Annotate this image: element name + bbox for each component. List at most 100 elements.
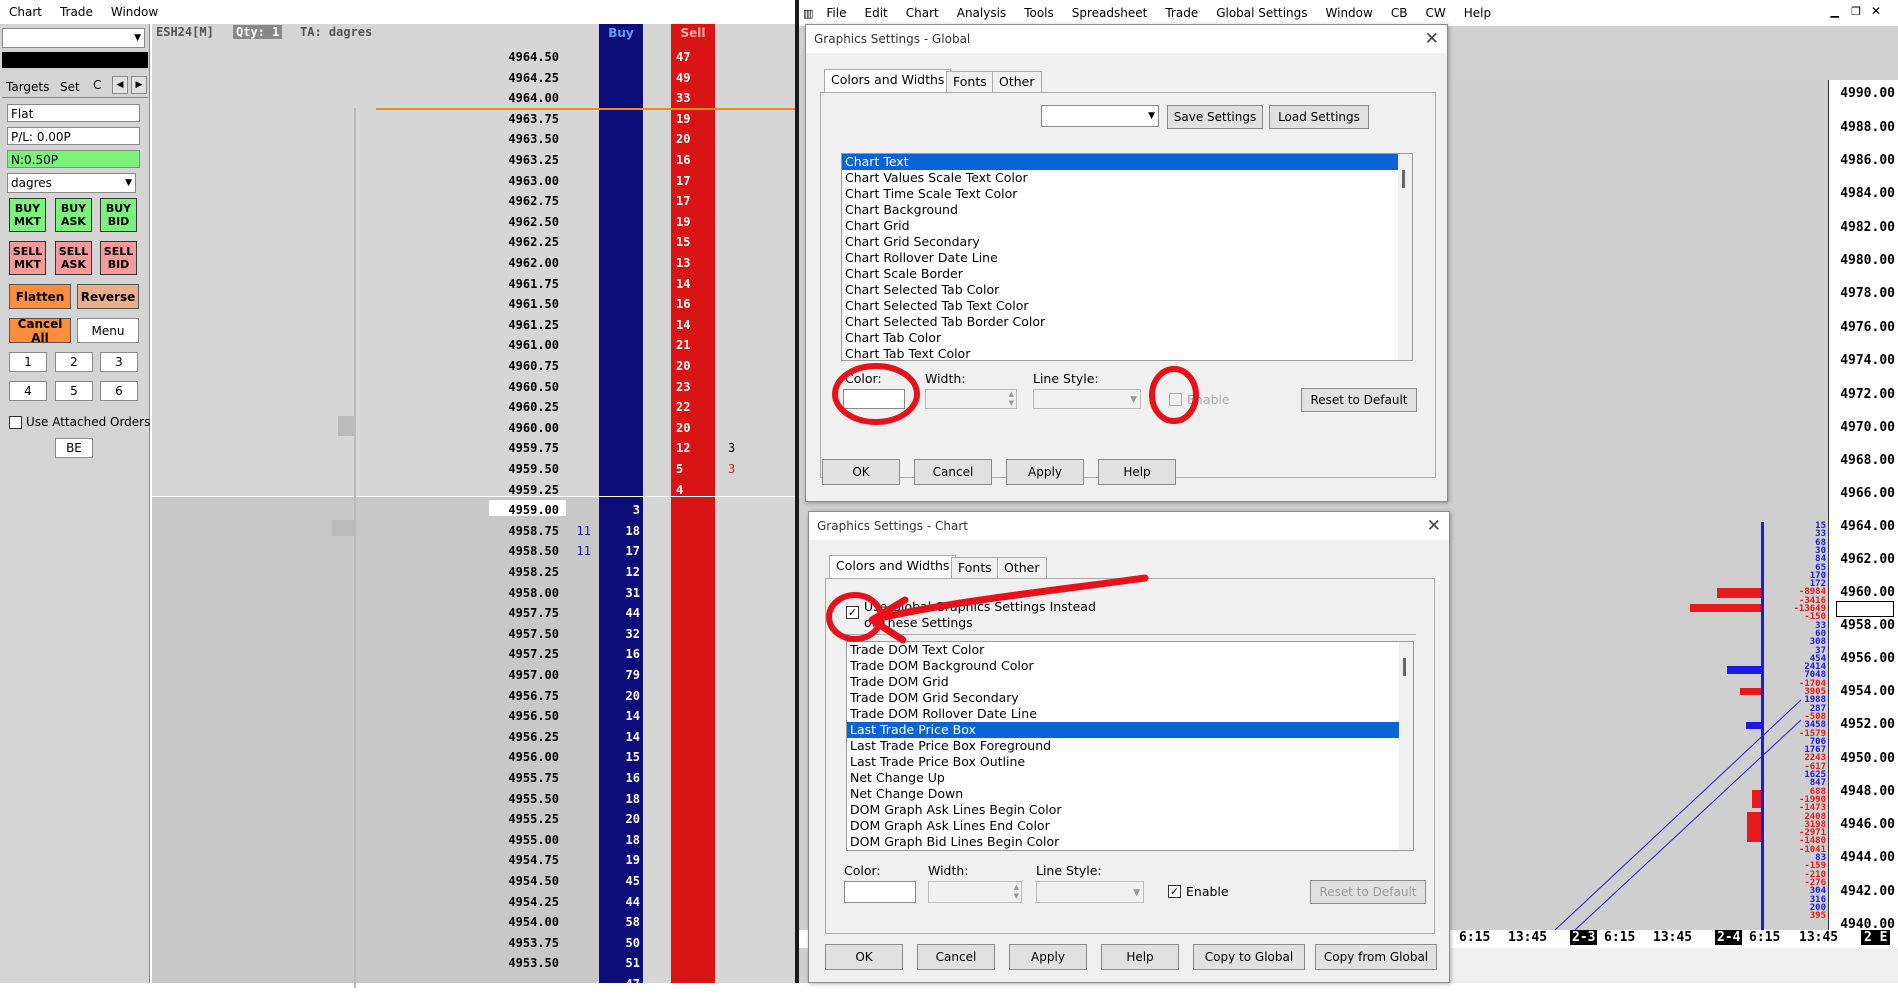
- ladder-row[interactable]: 4959.25 4: [0, 480, 683, 501]
- ok-button[interactable]: OK: [825, 944, 903, 970]
- ladder-row[interactable]: 4954.75 19: [0, 850, 655, 871]
- tab-colors-and-widths[interactable]: Colors and Widths: [829, 555, 957, 579]
- ladder-row[interactable]: 4961.50 16: [0, 294, 690, 315]
- menu-window[interactable]: Window: [1317, 6, 1382, 20]
- ladder-row[interactable]: 4955.50 18: [0, 789, 655, 810]
- ladder-row[interactable]: 4962.50 19: [0, 212, 690, 233]
- ladder-row[interactable]: 4964.00 33: [0, 88, 690, 109]
- ladder-row[interactable]: 4964.25 49: [0, 68, 690, 89]
- ladder-row[interactable]: 4961.25 14: [0, 315, 690, 336]
- list-item[interactable]: DOM Graph Bid Lines Begin Color: [847, 834, 1413, 850]
- ladder-row[interactable]: 4958.75 11 18: [0, 521, 655, 542]
- menu-cw[interactable]: CW: [1416, 6, 1454, 20]
- list-item[interactable]: Chart Grid Secondary: [842, 234, 1412, 250]
- ladder-row[interactable]: 4959.75 12 3: [0, 438, 735, 459]
- use-global-settings-checkbox[interactable]: ✓: [846, 606, 859, 619]
- list-item[interactable]: Chart Rollover Date Line: [842, 250, 1412, 266]
- menu-chart[interactable]: Chart: [897, 6, 948, 20]
- ladder-row[interactable]: 4956.50 14: [0, 706, 655, 727]
- menu-trade[interactable]: Trade: [1156, 6, 1207, 20]
- ladder-row[interactable]: 4963.25 16: [0, 150, 690, 171]
- list-item[interactable]: Trade DOM Rollover Date Line: [847, 706, 1413, 722]
- copy-to-global-button[interactable]: Copy to Global: [1193, 944, 1305, 970]
- menu-tools[interactable]: Tools: [1015, 6, 1063, 20]
- ladder-row[interactable]: 4960.25 22: [0, 397, 690, 418]
- reset-to-default-button[interactable]: Reset to Default: [1301, 388, 1417, 412]
- left-menu-window[interactable]: Window: [102, 5, 167, 19]
- left-menu-trade[interactable]: Trade: [51, 5, 102, 19]
- ok-button[interactable]: OK: [822, 459, 900, 485]
- help-button[interactable]: Help: [1101, 944, 1179, 970]
- chart-color-list[interactable]: Trade DOM Text Color Trade DOM Background…: [846, 641, 1414, 851]
- ladder-row[interactable]: 4961.75 14: [0, 274, 690, 295]
- list-item[interactable]: Chart Background: [842, 202, 1412, 218]
- help-button[interactable]: Help: [1098, 459, 1176, 485]
- list-item[interactable]: Net Change Down: [847, 786, 1413, 802]
- ladder-row[interactable]: 4961.00 21: [0, 335, 690, 356]
- menu-global-settings[interactable]: Global Settings: [1207, 6, 1316, 20]
- ladder-row[interactable]: 4955.25 20: [0, 809, 655, 830]
- list-item[interactable]: Chart Scale Border: [842, 266, 1412, 282]
- ladder-row[interactable]: 4963.00 17: [0, 171, 690, 192]
- close-icon[interactable]: ✕: [1427, 516, 1441, 536]
- left-menu-chart[interactable]: Chart: [0, 5, 51, 19]
- tab-colors-and-widths[interactable]: Colors and Widths: [824, 69, 952, 93]
- width-spinner[interactable]: ▲ ▼: [928, 881, 1022, 903]
- ladder-row[interactable]: 4957.25 16: [0, 644, 655, 665]
- ladder-row[interactable]: 4962.00 13: [0, 253, 690, 274]
- ladder-row[interactable]: 4955.00 18: [0, 830, 655, 851]
- ladder-row[interactable]: 4957.50 32: [0, 624, 655, 645]
- color-swatch[interactable]: [844, 881, 916, 903]
- ladder-row[interactable]: 4960.50 23: [0, 377, 690, 398]
- menu-edit[interactable]: Edit: [856, 6, 897, 20]
- apply-button[interactable]: Apply: [1006, 459, 1084, 485]
- ladder-row[interactable]: 4964.50 47: [0, 47, 690, 68]
- menu-analysis[interactable]: Analysis: [948, 6, 1015, 20]
- menu-spreadsheet[interactable]: Spreadsheet: [1063, 6, 1157, 20]
- list-item[interactable]: Trade DOM Background Color: [847, 658, 1413, 674]
- ladder-row[interactable]: 4955.75 16: [0, 768, 655, 789]
- tab-other[interactable]: Other: [992, 71, 1042, 93]
- list-item[interactable]: Last Trade Price Box Foreground: [847, 738, 1413, 754]
- list-item[interactable]: Chart Values Scale Text Color: [842, 170, 1412, 186]
- ladder-row[interactable]: 4957.00 79: [0, 665, 655, 686]
- apply-button[interactable]: Apply: [1009, 944, 1087, 970]
- list-item[interactable]: Trade DOM Text Color: [847, 642, 1413, 658]
- ladder-row[interactable]: 4959.50 5 3: [0, 459, 735, 480]
- tab-other[interactable]: Other: [997, 557, 1047, 579]
- scrollbar-thumb[interactable]: [1402, 170, 1405, 188]
- ladder-row[interactable]: 4953.75 50: [0, 933, 655, 954]
- enable-checkbox[interactable]: [1169, 393, 1182, 406]
- line-style-dropdown[interactable]: ▼: [1033, 389, 1141, 409]
- list-item[interactable]: Chart Selected Tab Text Color: [842, 298, 1412, 314]
- ladder-row[interactable]: 4958.00 31: [0, 583, 655, 604]
- list-item[interactable]: DOM Graph Ask Lines Begin Color: [847, 802, 1413, 818]
- ladder-row[interactable]: 4954.50 45: [0, 871, 655, 892]
- ladder-row[interactable]: 4956.75 20: [0, 686, 655, 707]
- ladder-row[interactable]: 4962.25 15: [0, 232, 690, 253]
- ladder-row[interactable]: 4959.00 3: [0, 500, 655, 521]
- tab-fonts[interactable]: Fonts: [946, 71, 994, 93]
- ladder-row[interactable]: 4956.25 14: [0, 727, 655, 748]
- cancel-button[interactable]: Cancel: [917, 944, 995, 970]
- chart-scrollbar[interactable]: [1445, 948, 1898, 983]
- ladder-row[interactable]: 4956.00 15: [0, 747, 655, 768]
- symbol-dropdown[interactable]: ▼: [2, 28, 145, 48]
- settings-preset-dropdown[interactable]: ▼: [1041, 105, 1159, 127]
- ladder-row[interactable]: 47: [0, 974, 655, 995]
- list-item[interactable]: Chart Tab Color: [842, 330, 1412, 346]
- width-spinner[interactable]: ▲ ▼: [925, 389, 1017, 409]
- list-item[interactable]: Last Trade Price Box: [847, 722, 1413, 738]
- enable-checkbox[interactable]: ✓: [1168, 885, 1181, 898]
- list-item[interactable]: DOM Graph Ask Lines End Color: [847, 818, 1413, 834]
- list-item[interactable]: Last Trade Price Box Outline: [847, 754, 1413, 770]
- ladder-row[interactable]: 4953.50 51: [0, 953, 655, 974]
- list-item[interactable]: Chart Selected Tab Border Color: [842, 314, 1412, 330]
- menu-help[interactable]: Help: [1455, 6, 1500, 20]
- ladder-row[interactable]: 4958.50 11 17: [0, 541, 655, 562]
- line-style-dropdown[interactable]: ▼: [1036, 881, 1144, 903]
- list-item[interactable]: Chart Grid: [842, 218, 1412, 234]
- close-icon[interactable]: ✕: [1425, 29, 1439, 49]
- menu-file[interactable]: File: [817, 6, 855, 20]
- list-item[interactable]: Chart Tab Text Color: [842, 346, 1412, 360]
